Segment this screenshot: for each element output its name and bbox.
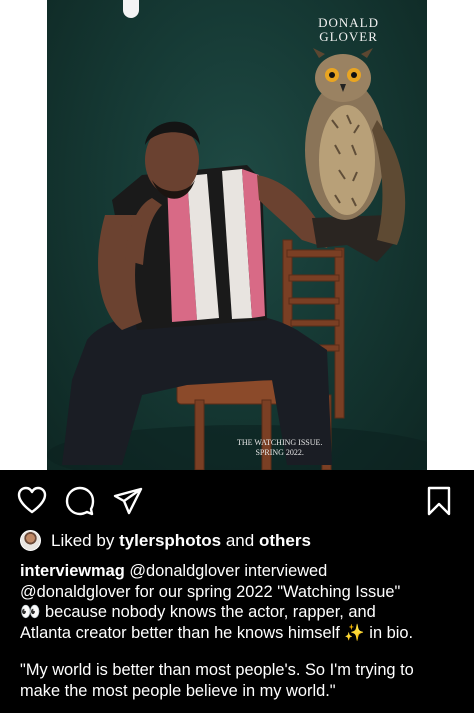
- likes-and: and: [225, 530, 255, 550]
- caption-line-2: @donaldglover for our spring 2022 "Watch…: [20, 582, 401, 601]
- cover-illustration: [47, 48, 427, 470]
- comment-icon[interactable]: [65, 486, 95, 516]
- post-image[interactable]: DONALD GLOVER THE WATCHING ISSUE. SPRING…: [47, 0, 427, 470]
- caption-line-3: 👀 because nobody knows the actor, rapper…: [20, 603, 376, 621]
- cover-issue-caption: THE WATCHING ISSUE. SPRING 2022.: [237, 438, 323, 457]
- send-icon[interactable]: [113, 486, 143, 516]
- likes-others[interactable]: others: [259, 531, 311, 551]
- caption-line-1: @donaldglover interviewed: [129, 562, 328, 580]
- likes-prefix: Liked by: [51, 530, 115, 550]
- post-action-bar: [0, 480, 474, 520]
- caption-quote-line-1: "My world is better than most people's. …: [20, 661, 414, 679]
- avatar[interactable]: [20, 530, 41, 551]
- post-caption: interviewmag @donaldglover interviewed @…: [20, 561, 460, 701]
- caption-username[interactable]: interviewmag: [20, 562, 125, 580]
- post-image-frame: DONALD GLOVER THE WATCHING ISSUE. SPRING…: [0, 0, 474, 470]
- cover-title: DONALD GLOVER: [318, 15, 379, 44]
- caption-line-4: Atlanta creator better than he knows him…: [20, 623, 414, 642]
- image-artifact: [123, 0, 139, 18]
- liker-username[interactable]: tylersphotos: [119, 531, 221, 551]
- caption-quote-line-2: make the most people believe in my world…: [20, 681, 336, 700]
- likes-row[interactable]: Liked by tylersphotos and others: [20, 530, 311, 551]
- bookmark-icon[interactable]: [424, 486, 454, 516]
- heart-icon[interactable]: [17, 486, 47, 516]
